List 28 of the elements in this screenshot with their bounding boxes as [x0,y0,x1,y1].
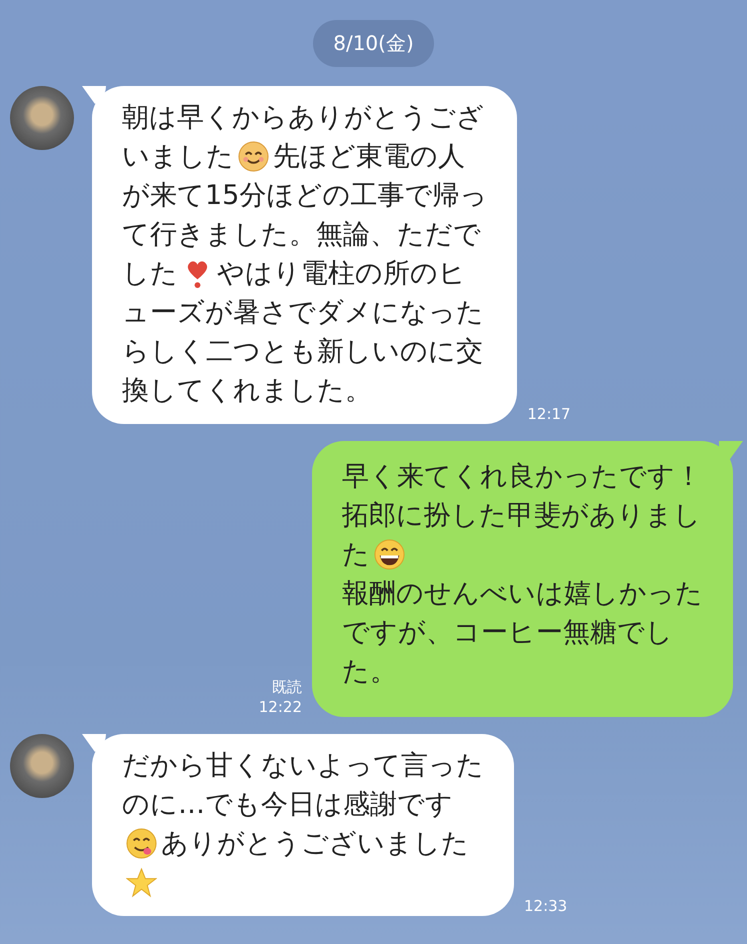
message-text: 先ほど東電の人 [273,140,465,174]
smiling-face-icon [238,141,269,172]
message-text: た。 [342,655,397,689]
message-text: 換してくれました。 [122,374,372,408]
message-time: 12:22 [258,697,302,717]
message-text: 朝は早くからありがとうござ [122,101,484,135]
message-text: のに…でも今日は感謝です [122,788,453,822]
face-with-tongue-icon [126,828,157,859]
message-time: 12:33 [524,896,568,916]
message-text: いました [122,140,234,174]
read-receipt: 既読 [272,677,302,697]
star-icon [126,867,157,898]
message-text: ありがとうございました [161,827,469,861]
grinning-face-icon [374,539,405,570]
message-text: が来て15分ほどの工事で帰っ [122,179,488,213]
date-label: 8/10(金) [313,20,434,67]
message-text: ですが、コーヒー無糖でし [342,616,673,650]
message-text: た [342,538,370,572]
message-text: やはり電柱の所のヒ [217,257,466,291]
message-time: 12:17 [527,404,571,424]
message-text: らしく二つとも新しいのに交 [122,335,483,369]
message-text: だから甘くないよって言った [122,749,484,783]
message-text: 拓郎に扮した甲斐がありまし [342,499,701,533]
message-text: 早く来てくれ良かったです！ [342,460,702,494]
message-text: した [122,257,178,291]
message-text: 報酬のせんべいは嬉しかった [342,577,703,611]
message-text: ューズが暑さでダメになった [122,296,484,330]
message-text: て行きました。無論、ただで [122,218,481,252]
